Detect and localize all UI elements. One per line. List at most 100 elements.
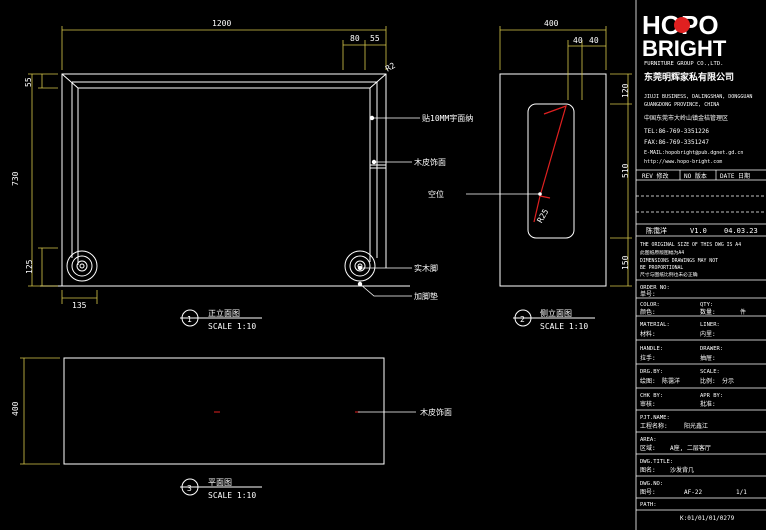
dwg-title-cn: 图名: [640, 466, 656, 474]
side-view-number: 2 [520, 315, 525, 324]
front-top-dim-1: 80 [350, 34, 360, 43]
side-callout: 空位 [428, 189, 542, 199]
dwg-no-en: DWG.NO: [640, 481, 663, 487]
email: E-MAIL:hopobright@pub.dgnet.gd.cn [644, 150, 743, 156]
pjt-name-cn: 工程名称: [640, 422, 668, 430]
path-value: K:01/01/01/0279 [680, 515, 735, 522]
chk-by-en: CHK BY: [640, 393, 663, 399]
title-fields: ORDER NO: 单号: COLOR: QTY: 颜色: 数量: 件 MATE… [640, 285, 747, 522]
front-dimension-texts: 1200 80 55 730 55 125 135 R2 [11, 19, 397, 310]
rev-header-rev: REV 修改 [642, 172, 668, 180]
handle-cn: 拉手: [640, 354, 656, 362]
front-top-small-dim: 55 [24, 77, 33, 87]
plan-depth-dim: 400 [11, 401, 20, 416]
callout-empty-space: 空位 [428, 189, 444, 199]
plan-view [63, 357, 385, 465]
front-height-dim: 730 [11, 171, 20, 186]
plan-view-scale: SCALE 1:10 [208, 491, 256, 500]
scale-en: SCALE: [700, 369, 720, 375]
qty-unit: 件 [740, 308, 746, 316]
company-cn: 东莞明辉家私有限公司 [644, 71, 734, 83]
qty-cn: 数量: [700, 308, 716, 316]
callout-wood-veneer: 木皮饰面 [414, 157, 446, 167]
dwg-sheet-value: 1/1 [736, 489, 747, 496]
front-outer-outline [61, 73, 387, 286]
apr-by-en: APR BY: [700, 393, 723, 399]
drg-by-en: DRG.BY: [640, 369, 663, 375]
material-cn: 材料: [640, 330, 656, 338]
handle-en: HANDLE: [640, 346, 663, 352]
apr-by-cn: 批准: [700, 400, 716, 408]
pjt-name-en: PJT.NAME: [640, 415, 670, 421]
plan-callout-wood-veneer: 木皮饰面 [420, 407, 452, 417]
front-view-number: 1 [187, 315, 192, 324]
dwg-title-value: 沙发背几 [670, 466, 694, 474]
side-elevation [499, 73, 607, 287]
callout-solid-wood-foot: 实木脚 [414, 263, 438, 273]
side-top-dim-1: 40 [573, 36, 583, 45]
liner-en: LINER: [700, 322, 720, 328]
title-block: HOPO BRIGHT FURNITURE GROUP CO.,LTD. 东莞明… [635, 0, 766, 530]
front-width-dim: 1200 [212, 19, 231, 28]
address-1: JIUJI BUSINESS, DALINGSHAN, DONGGUAN [644, 94, 752, 100]
address-2: GUANGDONG PROVINCE, CHINA [644, 102, 719, 108]
plan-view-title: 3 平面图 SCALE 1:10 [180, 478, 262, 500]
rev-header-date: DATE 日期 [720, 172, 750, 180]
side-right-dim-3: 150 [621, 255, 630, 270]
dwg-title-en: DWG.TITLE: [640, 459, 673, 465]
notice-line-2: 此图纸原版图幅为A4 [640, 249, 684, 256]
rev-header-no: NO 版本 [684, 172, 707, 180]
front-inner-outline [77, 87, 371, 265]
side-view-title-text: 侧立面图 [540, 308, 572, 318]
qty-en: QTY: [700, 302, 713, 308]
callout-foot-pad: 加脚垫 [414, 291, 438, 301]
plan-dimensions [20, 357, 60, 465]
front-elevation [40, 73, 410, 287]
side-dimension-texts: 400 40 40 120 510 150 R25 [535, 19, 630, 270]
callout-veneer-edge: 贴10MM宇面纳 [422, 113, 473, 123]
logo-red-dot [674, 17, 690, 33]
side-dimensions [499, 26, 632, 287]
dwg-no-value: AF-22 [684, 489, 702, 496]
side-radius-label: R25 [535, 207, 550, 224]
scale-cn: 比例: [700, 377, 716, 385]
front-view-title-text: 正立面图 [208, 308, 240, 318]
front-corner-diagonal [61, 73, 79, 89]
side-view-scale: SCALE 1:10 [540, 322, 588, 331]
front-corner-diagonal-right [369, 73, 387, 89]
area-en: AREA: [640, 437, 657, 443]
side-right-dim-2: 510 [621, 163, 630, 178]
drg-by-value: 陈霭洋 [662, 377, 680, 385]
notice-line-1: THE ORIGINAL SIZE OF THIS DWG IS A4 [640, 242, 741, 248]
scale-value: 分示 [722, 377, 734, 385]
website: http://www.hopo-bright.com [644, 159, 722, 165]
order-no-cn: 单号: [640, 290, 656, 298]
notice-line-5: 尺寸与图纸比例也未必正确 [640, 271, 698, 278]
area-value: A座, 二层客厅 [670, 444, 711, 452]
drawer-cn: 抽屉: [700, 354, 716, 362]
company-en: FURNITURE GROUP CO.,LTD. [644, 61, 723, 67]
area-cn: 区域: [640, 444, 656, 452]
drawer-en: DRAWER: [700, 346, 723, 352]
left-scroll-foot [66, 250, 98, 282]
path-en: PATH: [640, 502, 657, 508]
color-en: COLOR: [640, 302, 660, 308]
liner-cn: 内里: [700, 330, 716, 338]
chk-by-cn: 审核: [640, 400, 656, 408]
fax: FAX:86-769-3351247 [644, 139, 709, 146]
notice-line-4: BE PROPORTIONAL [640, 265, 683, 271]
front-callout-texts: 贴10MM宇面纳 木皮饰面 实木脚 加脚垫 [414, 113, 473, 301]
drawing-canvas: 1200 80 55 730 55 125 135 R2 贴10MM宇面纳 木皮… [11, 0, 766, 530]
front-bottom-small-dim: 125 [25, 259, 34, 274]
logo-bright: BRIGHT [642, 36, 727, 61]
side-width-dim: 400 [544, 19, 559, 28]
front-view-title: 1 正立面图 SCALE 1:10 [180, 308, 262, 331]
side-right-dim-1: 120 [621, 83, 630, 98]
side-view-title: 2 侧立面图 SCALE 1:10 [513, 308, 595, 331]
front-callout-leaders [357, 115, 420, 297]
color-cn: 颜色: [640, 308, 656, 316]
side-outline [499, 73, 607, 287]
address-cn: 中国东莞市大岭山镇金桔管理区 [644, 114, 728, 122]
pjt-name-value: 阳光鑫江 [684, 422, 708, 430]
side-red-marks [533, 105, 567, 223]
